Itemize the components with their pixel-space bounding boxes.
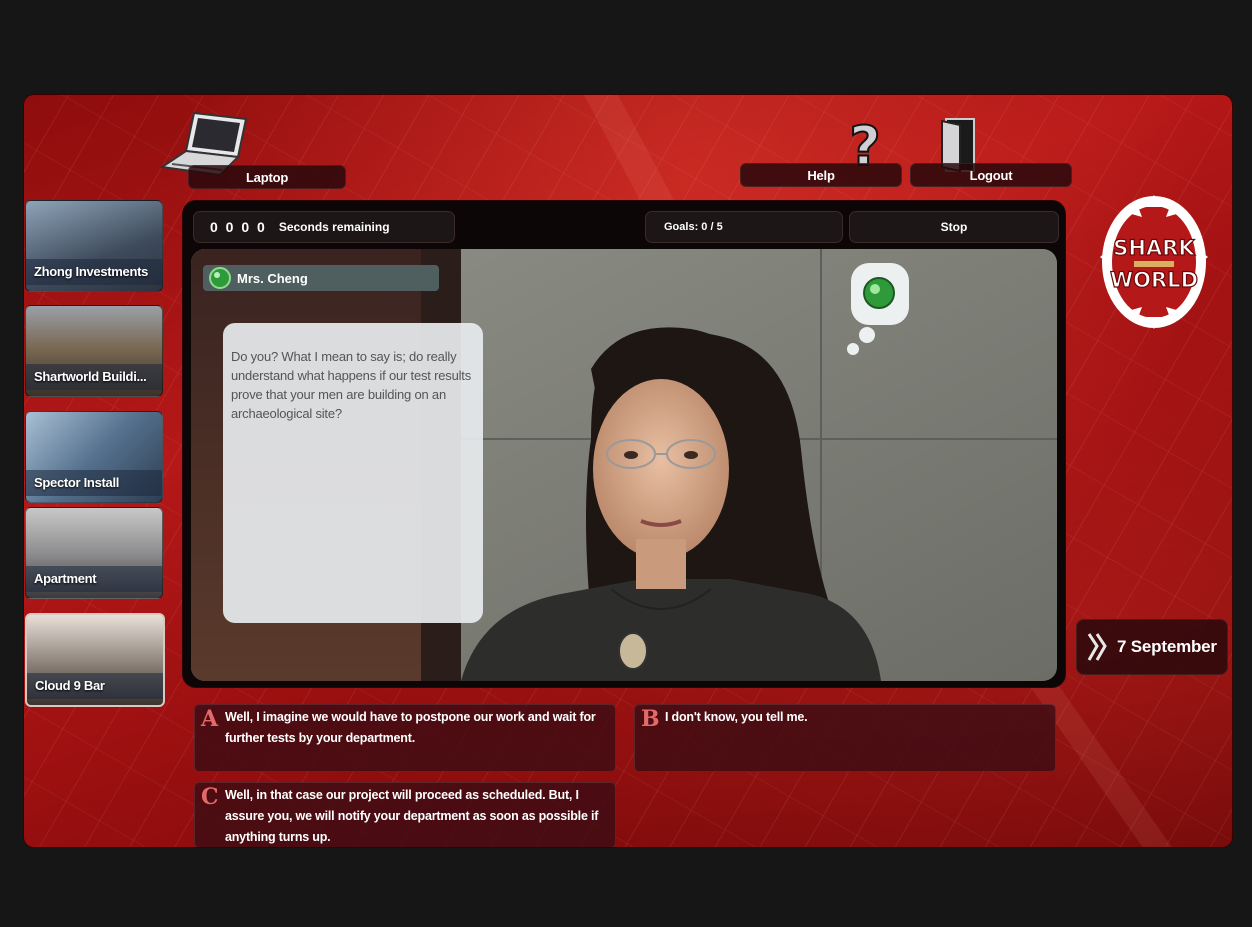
- dialogue-text: Do you? What I mean to say is; do really…: [231, 349, 471, 421]
- location-zhong-investments[interactable]: Zhong Investments: [25, 200, 163, 292]
- answer-letter: C: [201, 784, 219, 810]
- logo-line1: SHARK: [1113, 236, 1195, 260]
- location-label: Cloud 9 Bar: [35, 678, 105, 693]
- help-label: Help: [807, 167, 835, 183]
- laptop-label: Laptop: [245, 169, 289, 185]
- speaker-namebar: Mrs. Cheng: [203, 265, 439, 291]
- answer-option-b[interactable]: B I don't know, you tell me.: [634, 704, 1056, 772]
- timer-bar: 0 0 0 0 Seconds remaining: [193, 211, 455, 243]
- conversation-panel: 0 0 0 0 Seconds remaining Goals: 0 / 5 S…: [182, 200, 1066, 688]
- answer-text: Well, in that case our project will proc…: [225, 788, 599, 844]
- logout-label: Logout: [969, 167, 1013, 183]
- logo-line2: WORLD: [1110, 268, 1198, 292]
- location-label: Apartment: [34, 571, 97, 586]
- sharkworld-logo-icon: SHARK WORLD: [1100, 195, 1208, 329]
- location-spector-install[interactable]: Spector Install: [25, 411, 163, 503]
- stop-button[interactable]: Stop: [849, 211, 1059, 243]
- laptop-button[interactable]: Laptop: [188, 165, 346, 189]
- answer-text: Well, I imagine we would have to postpon…: [225, 710, 596, 745]
- location-label: Spector Install: [34, 475, 120, 490]
- speech-bubble: Do you? What I mean to say is; do really…: [223, 323, 483, 623]
- answer-text: I don't know, you tell me.: [665, 710, 808, 724]
- game-frame: Laptop ? Help Logout Zhong Investments S…: [24, 95, 1232, 847]
- date-display: 7 September: [1076, 619, 1228, 675]
- date-label: 7 September: [1117, 637, 1217, 656]
- location-apartment[interactable]: Apartment: [25, 507, 163, 599]
- timer-digits: 0 0 0 0: [210, 219, 267, 235]
- answer-letter: A: [201, 706, 218, 732]
- thought-bubble-icon: [847, 263, 909, 355]
- answer-letter: B: [641, 706, 660, 732]
- character-video: Do you? What I mean to say is; do really…: [191, 249, 1057, 681]
- location-label: Shartworld Buildi...: [34, 369, 147, 384]
- location-label: Zhong Investments: [34, 264, 149, 279]
- logout-button[interactable]: Logout: [910, 163, 1072, 187]
- speaker-name: Mrs. Cheng: [237, 270, 308, 286]
- help-button[interactable]: Help: [740, 163, 902, 187]
- answer-option-c[interactable]: C Well, in that case our project will pr…: [194, 782, 616, 847]
- mood-indicator-icon: [209, 267, 231, 289]
- goals-label: Goals: 0 / 5: [664, 221, 723, 233]
- answer-option-a[interactable]: A Well, I imagine we would have to postp…: [194, 704, 616, 772]
- location-sharkworld-building[interactable]: Shartworld Buildi...: [25, 305, 163, 397]
- stop-label: Stop: [940, 220, 968, 234]
- location-cloud-9-bar[interactable]: Cloud 9 Bar: [25, 613, 165, 707]
- goals-display: Goals: 0 / 5: [645, 211, 843, 243]
- calendar-flip-icon: [1087, 633, 1107, 661]
- timer-label: Seconds remaining: [278, 220, 390, 234]
